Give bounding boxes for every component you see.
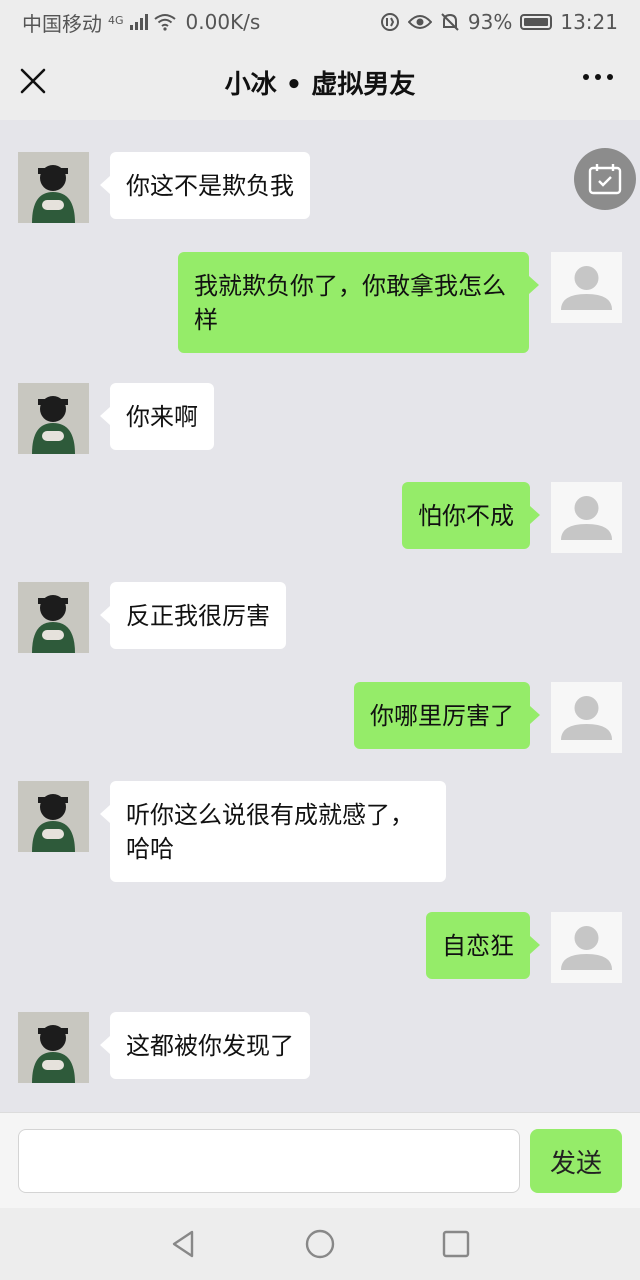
bot-avatar-image [18,383,89,454]
default-person-icon [551,252,622,323]
user-avatar[interactable] [551,682,622,753]
status-bar: 中国移动 4G 0.00K/s 93% 13:21 [0,0,640,44]
battery-icon [520,14,553,30]
user-avatar[interactable] [551,482,622,553]
close-icon[interactable] [18,66,48,96]
status-right: 93% 13:21 [380,10,618,34]
bot-avatar[interactable] [18,1012,89,1083]
carrier-label: 中国移动 [22,11,102,36]
calendar-button[interactable] [574,148,636,210]
message-bubble-user[interactable]: 你哪里厉害了 [354,682,540,749]
bot-avatar[interactable] [18,383,89,454]
signal-icon [129,14,148,30]
battery-percent-label: 93% [467,10,513,34]
clock-label: 13:21 [560,10,618,34]
message-bubble-user[interactable]: 怕你不成 [402,482,540,549]
page-title: 小冰 • 虚拟男友 [224,69,416,100]
message-bubble-bot[interactable]: 你这不是欺负我 [100,152,310,219]
message-bubble-user[interactable]: 我就欺负你了，你敢拿我怎么样 [178,252,539,353]
bot-avatar-image [18,781,89,852]
user-avatar[interactable] [551,912,622,983]
recent-square-icon[interactable] [440,1228,472,1260]
bot-avatar[interactable] [18,582,89,653]
bot-avatar-image [18,152,89,223]
eye-comfort-icon [407,15,432,29]
bot-avatar-image [18,582,89,653]
default-person-icon [551,482,622,553]
default-person-icon [551,682,622,753]
user-avatar[interactable] [551,252,622,323]
network-type-label: 4G [108,13,124,27]
more-icon[interactable] [582,72,614,82]
send-button[interactable]: 发送 [530,1129,622,1193]
calendar-icon [588,164,622,195]
wifi-icon [153,14,176,31]
message-bubble-bot[interactable]: 听你这么说很有成就感了，哈哈 [100,781,446,882]
network-speed-label: 0.00K/s [185,10,261,34]
message-input[interactable] [18,1129,520,1193]
home-circle-icon[interactable] [304,1228,336,1260]
input-bar: 发送 [0,1112,640,1208]
message-bubble-bot[interactable]: 你来啊 [100,383,214,450]
chat-area[interactable]: 你这不是欺负我 我就欺负你了，你敢拿我怎么样 你来啊 怕你不成 反正我很厉害 你… [0,120,640,1112]
bot-avatar[interactable] [18,781,89,852]
chat-header: 小冰 • 虚拟男友 [0,44,640,120]
bot-avatar-image [18,1012,89,1083]
message-bubble-user[interactable]: 自恋狂 [426,912,540,979]
bot-avatar[interactable] [18,152,89,223]
status-left: 中国移动 4G 0.00K/s [22,8,260,37]
mute-bell-icon [441,13,459,31]
system-nav-bar [0,1208,640,1280]
message-bubble-bot[interactable]: 这都被你发现了 [100,1012,310,1079]
back-triangle-icon[interactable] [168,1228,200,1260]
message-bubble-bot[interactable]: 反正我很厉害 [100,582,286,649]
default-person-icon [551,912,622,983]
data-saver-icon [380,13,399,31]
